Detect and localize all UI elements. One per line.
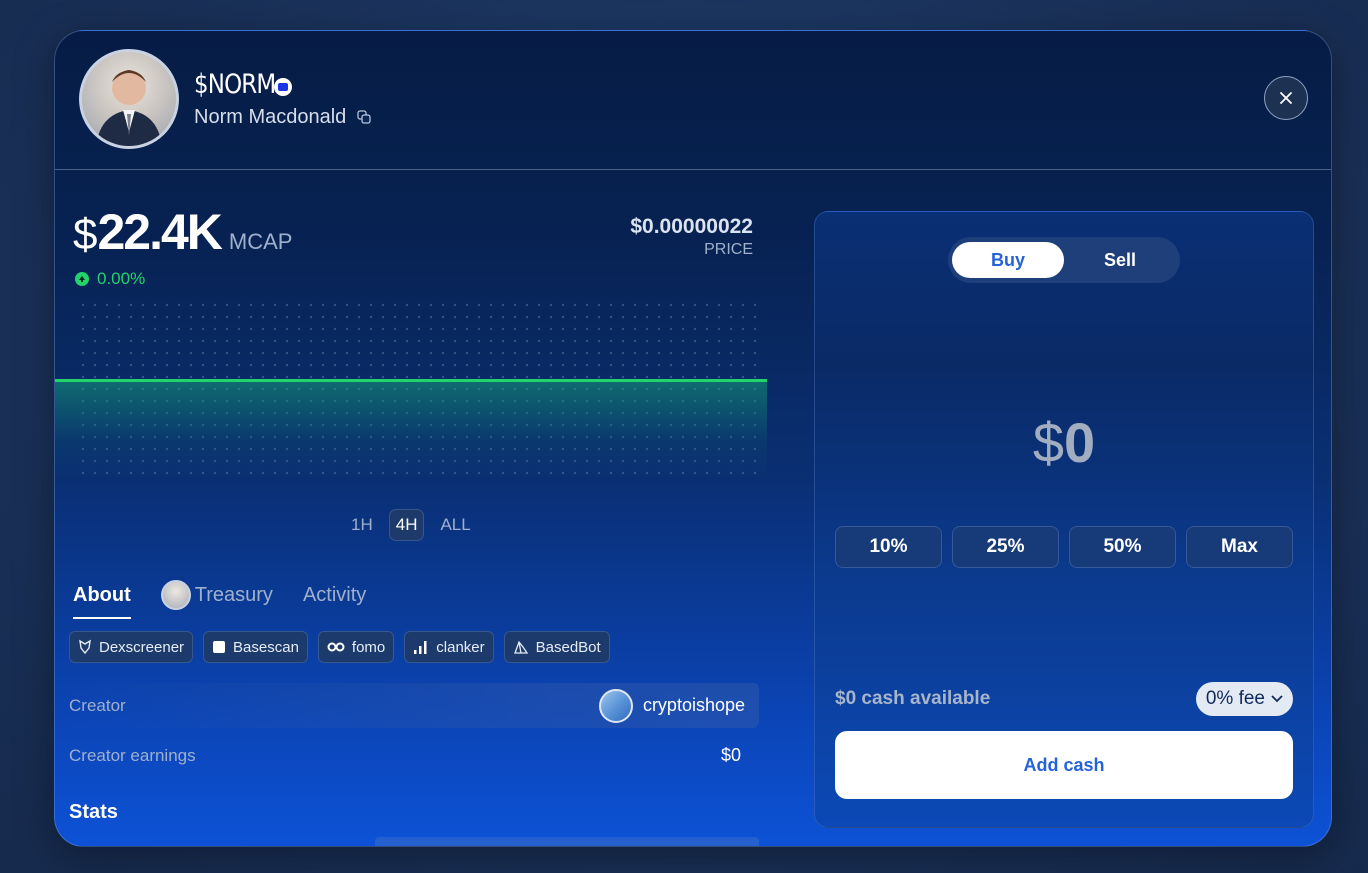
clanker-icon [414, 641, 427, 654]
trade-amount-currency: $ [1032, 411, 1064, 474]
stats-row-partial [375, 837, 759, 846]
buy-sell-toggle: Buy Sell [948, 237, 1180, 283]
tab-activity[interactable]: Activity [303, 584, 366, 607]
sell-tab[interactable]: Sell [1064, 242, 1176, 278]
price-change: 0.00% [75, 269, 145, 289]
range-1h[interactable]: 1H [345, 510, 379, 540]
fee-value: 0% fee [1205, 688, 1265, 709]
cash-available: $0 cash available [835, 688, 991, 709]
add-cash-button[interactable]: Add cash [835, 731, 1293, 799]
arrow-up-icon [75, 272, 89, 286]
percent-50-button[interactable]: 50% [1069, 526, 1176, 568]
chart-area-fill [55, 381, 767, 481]
tab-treasury-label: Treasury [194, 583, 273, 606]
link-dexscreener-label: Dexscreener [99, 638, 185, 656]
token-price: $0.00000022 [630, 215, 753, 238]
tab-treasury[interactable]: Treasury [160, 580, 273, 610]
buy-tab[interactable]: Buy [952, 242, 1064, 278]
fee-dropdown[interactable]: 0% fee [1195, 682, 1293, 716]
tab-about-label: About [73, 583, 131, 606]
trade-amount-value: 0 [1064, 411, 1096, 474]
basedbot-icon [513, 640, 528, 654]
link-dexscreener[interactable]: Dexscreener [69, 631, 194, 663]
link-clanker-label: clanker [436, 638, 485, 656]
creator-earnings-label: Creator earnings [69, 745, 196, 765]
token-ticker: $NORM [194, 69, 276, 100]
fomo-icon [327, 642, 345, 652]
creator-label: Creator [69, 695, 126, 715]
mcap-value: 22.4K [97, 204, 222, 260]
creator-avatar [598, 688, 633, 723]
link-clanker[interactable]: clanker [404, 631, 494, 663]
copy-icon[interactable] [357, 110, 371, 124]
token-modal: $NORM Norm Macdonald $ 22.4K MCAP 0.00% … [54, 30, 1332, 847]
link-fomo-label: fomo [351, 638, 386, 656]
chart-line [55, 379, 767, 382]
creator-earnings-value: $0 [720, 745, 741, 765]
creator-profile-link[interactable]: cryptoishope [598, 688, 745, 723]
stats-heading: Stats [69, 801, 118, 823]
tab-activity-label: Activity [302, 583, 367, 606]
price-chart[interactable] [55, 299, 767, 489]
creator-earnings-row: Creator earnings $0 [55, 733, 759, 778]
external-links: Dexscreener Basescan fomo clanker BasedB… [69, 631, 610, 663]
trade-amount[interactable]: $0 [815, 410, 1313, 475]
verified-badge-icon [274, 78, 292, 96]
creator-row: Creator cryptoishope [55, 683, 759, 728]
trade-panel: Buy Sell $0 10% 25% 50% Max $0 cash avai… [814, 211, 1314, 828]
link-fomo[interactable]: fomo [317, 631, 395, 663]
mcap-currency: $ [73, 210, 98, 259]
price-change-value: 0.00% [97, 269, 146, 288]
range-all[interactable]: ALL [434, 510, 476, 540]
creator-username: cryptoishope [642, 695, 745, 715]
mcap-unit: MCAP [228, 229, 293, 254]
dexscreener-icon [79, 639, 91, 655]
link-basescan-label: Basescan [233, 638, 299, 656]
link-basedbot[interactable]: BasedBot [503, 631, 610, 663]
token-price-label: PRICE [704, 241, 753, 258]
basescan-icon [213, 641, 226, 653]
market-cap: $ 22.4K MCAP [73, 203, 292, 261]
close-icon [1280, 92, 1292, 104]
percent-25-button[interactable]: 25% [952, 526, 1059, 568]
chevron-down-icon [1271, 695, 1283, 703]
range-4h[interactable]: 4H [388, 509, 425, 541]
link-basescan[interactable]: Basescan [203, 631, 308, 663]
chart-range-selector: 1H 4H ALL [345, 509, 477, 541]
tab-about[interactable]: About [73, 583, 131, 619]
header-divider [55, 169, 1331, 170]
token-full-name: Norm Macdonald [194, 106, 347, 128]
token-avatar [79, 49, 179, 149]
max-button[interactable]: Max [1186, 526, 1293, 568]
percent-presets: 10% 25% 50% Max [835, 526, 1293, 568]
close-button[interactable] [1264, 76, 1308, 120]
info-tabs: About Treasury Activity [73, 571, 767, 619]
treasury-avatar [160, 580, 191, 610]
percent-10-button[interactable]: 10% [835, 526, 942, 568]
link-basedbot-label: BasedBot [535, 638, 601, 656]
